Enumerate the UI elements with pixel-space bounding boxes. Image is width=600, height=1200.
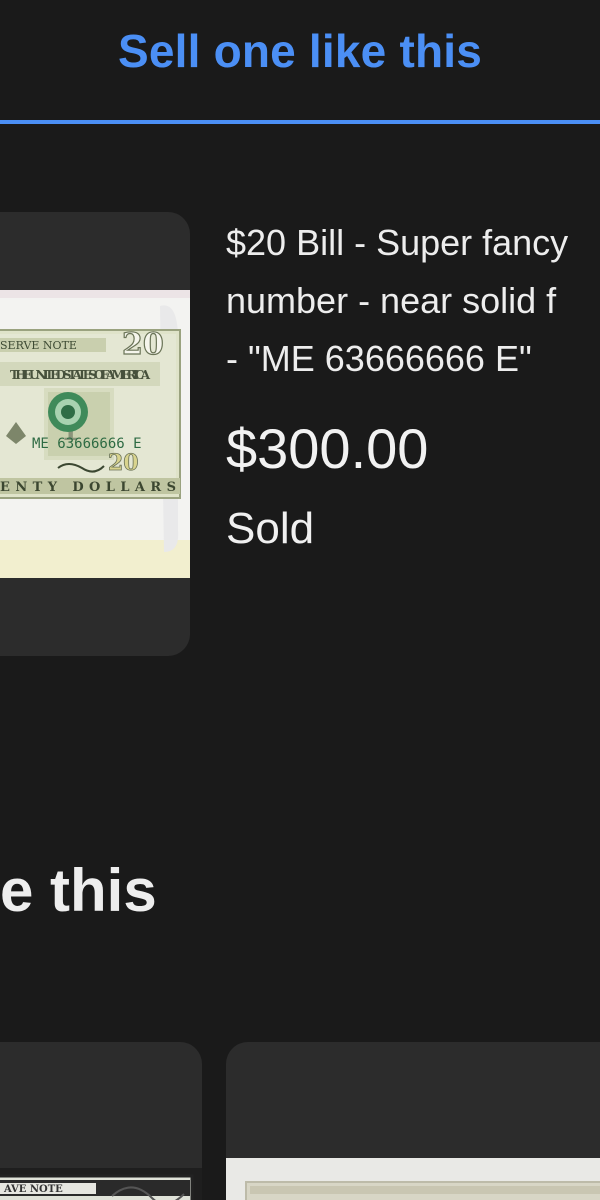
bill-denomination-bottom: 20: [108, 450, 139, 476]
bill-header-text: SERVE NOTE: [0, 339, 77, 352]
tab-underline: [0, 120, 600, 124]
listing-title-line: number - near solid f: [226, 280, 557, 321]
section-heading-text: e this: [0, 857, 157, 924]
bill-header-text: AVE NOTE: [3, 1184, 63, 1195]
bill-image: [226, 1158, 600, 1200]
bill-image: AVE NOTE: [0, 1168, 202, 1200]
listing-title[interactable]: $20 Bill - Super fancy number - near sol…: [226, 214, 600, 388]
similar-item-card[interactable]: AVE NOTE: [0, 1042, 202, 1200]
bill-banner-text: THE UNITED STATES OF AMERICA: [10, 368, 151, 382]
listing-thumbnail-card[interactable]: SERVE NOTE 20 THE UNITED STATES OF AMERI…: [0, 212, 190, 656]
page: Sell one like this SERVE NOTE 20 THE UNI…: [0, 0, 600, 1200]
listing-title-line: - "ME 63666666 E": [226, 338, 532, 379]
sell-one-like-this-button[interactable]: Sell one like this: [0, 24, 600, 78]
listing-title-line: $20 Bill - Super fancy: [226, 222, 569, 263]
similar-item-card[interactable]: [226, 1042, 600, 1200]
listing-price: $300.00: [226, 417, 429, 480]
sell-tab-bar: Sell one like this: [0, 0, 600, 124]
similar-item-image[interactable]: AVE NOTE: [0, 1168, 202, 1200]
similar-item-image[interactable]: [226, 1158, 600, 1200]
bill-denomination-top: 20: [122, 327, 164, 362]
twenty-dollar-bill-image: SERVE NOTE 20 THE UNITED STATES OF AMERI…: [0, 290, 190, 578]
listing-image[interactable]: SERVE NOTE 20 THE UNITED STATES OF AMERI…: [0, 290, 190, 578]
listing-status: Sold: [226, 504, 315, 553]
